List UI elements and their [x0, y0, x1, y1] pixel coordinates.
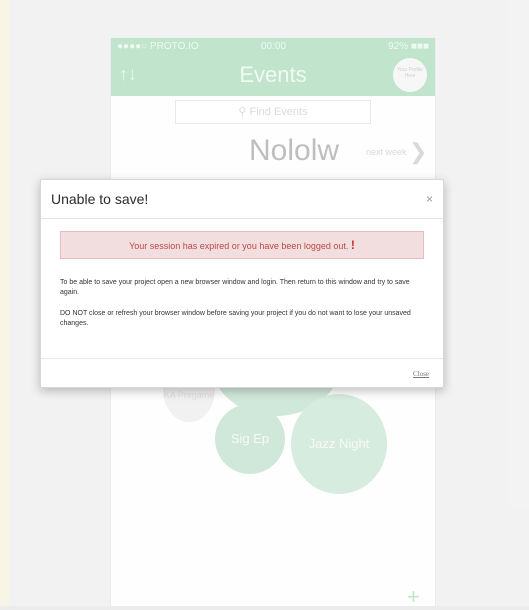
warning-text: DO NOT close or refresh your browser win… [60, 310, 411, 327]
alert-text: Your session has expired or you have bee… [129, 241, 349, 251]
dialog-footer: Close [41, 358, 443, 388]
close-icon[interactable]: × [426, 192, 433, 206]
session-expired-alert: Your session has expired or you have bee… [60, 231, 424, 259]
instruction-text: To be able to save your project open a n… [60, 279, 410, 296]
exclamation-icon: ! [350, 238, 355, 252]
close-button[interactable]: Close [413, 370, 429, 378]
dialog-title: Unable to save! [51, 191, 149, 207]
unable-to-save-dialog: Unable to save! × Your session has expir… [40, 179, 444, 388]
dialog-header: Unable to save! × [41, 180, 443, 219]
